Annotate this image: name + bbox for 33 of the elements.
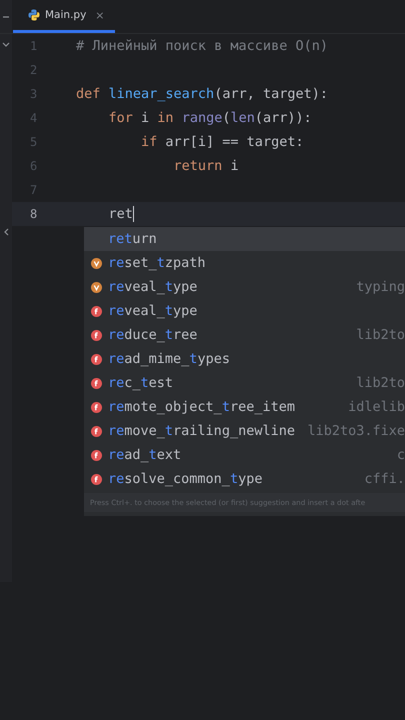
completion-item[interactable]: reduce_t ree lib2to bbox=[84, 323, 405, 347]
function-icon bbox=[90, 474, 102, 484]
function-icon bbox=[90, 426, 102, 436]
completion-item[interactable]: remove_t railing_newline lib2to3.fixe bbox=[84, 419, 405, 443]
chevron-down-icon[interactable] bbox=[2, 42, 10, 48]
function-icon bbox=[90, 378, 102, 388]
code-line: for i in range(len(arr)): bbox=[108, 110, 312, 126]
close-icon[interactable]: × bbox=[95, 8, 105, 22]
variable-icon bbox=[90, 258, 102, 268]
function-icon bbox=[90, 354, 102, 364]
completion-item[interactable]: read_text c bbox=[84, 443, 405, 467]
line-number: 8 bbox=[29, 207, 38, 221]
code-line: ret bbox=[108, 206, 134, 222]
code-line: if arr[i] == target: bbox=[140, 134, 304, 150]
file-tab[interactable]: Main.py × bbox=[13, 0, 115, 33]
completion-item[interactable]: return bbox=[84, 227, 405, 251]
function-icon bbox=[90, 402, 102, 412]
code-line: # Линейный поиск в массиве O(n) bbox=[76, 38, 328, 54]
code-line: def linear_search(arr, target): bbox=[76, 86, 328, 102]
completion-item[interactable]: reveal_type typing bbox=[84, 275, 405, 299]
completion-item[interactable]: read_mime_types bbox=[84, 347, 405, 371]
variable-icon bbox=[90, 282, 102, 292]
completion-item[interactable]: remote_object_t ree_item idlelib bbox=[84, 395, 405, 419]
function-icon bbox=[90, 450, 102, 460]
completion-item[interactable]: resolve_common_type cffi. bbox=[84, 467, 405, 491]
python-icon bbox=[28, 9, 40, 21]
code-line: return i bbox=[172, 158, 239, 174]
function-icon bbox=[90, 306, 102, 316]
function-icon bbox=[90, 330, 102, 340]
completion-item[interactable]: reset_tzpath bbox=[84, 251, 405, 275]
completion-item[interactable]: reveal_type bbox=[84, 299, 405, 323]
chevron-left-icon[interactable] bbox=[3, 228, 9, 236]
completion-item[interactable]: rec_test lib2to bbox=[84, 371, 405, 395]
